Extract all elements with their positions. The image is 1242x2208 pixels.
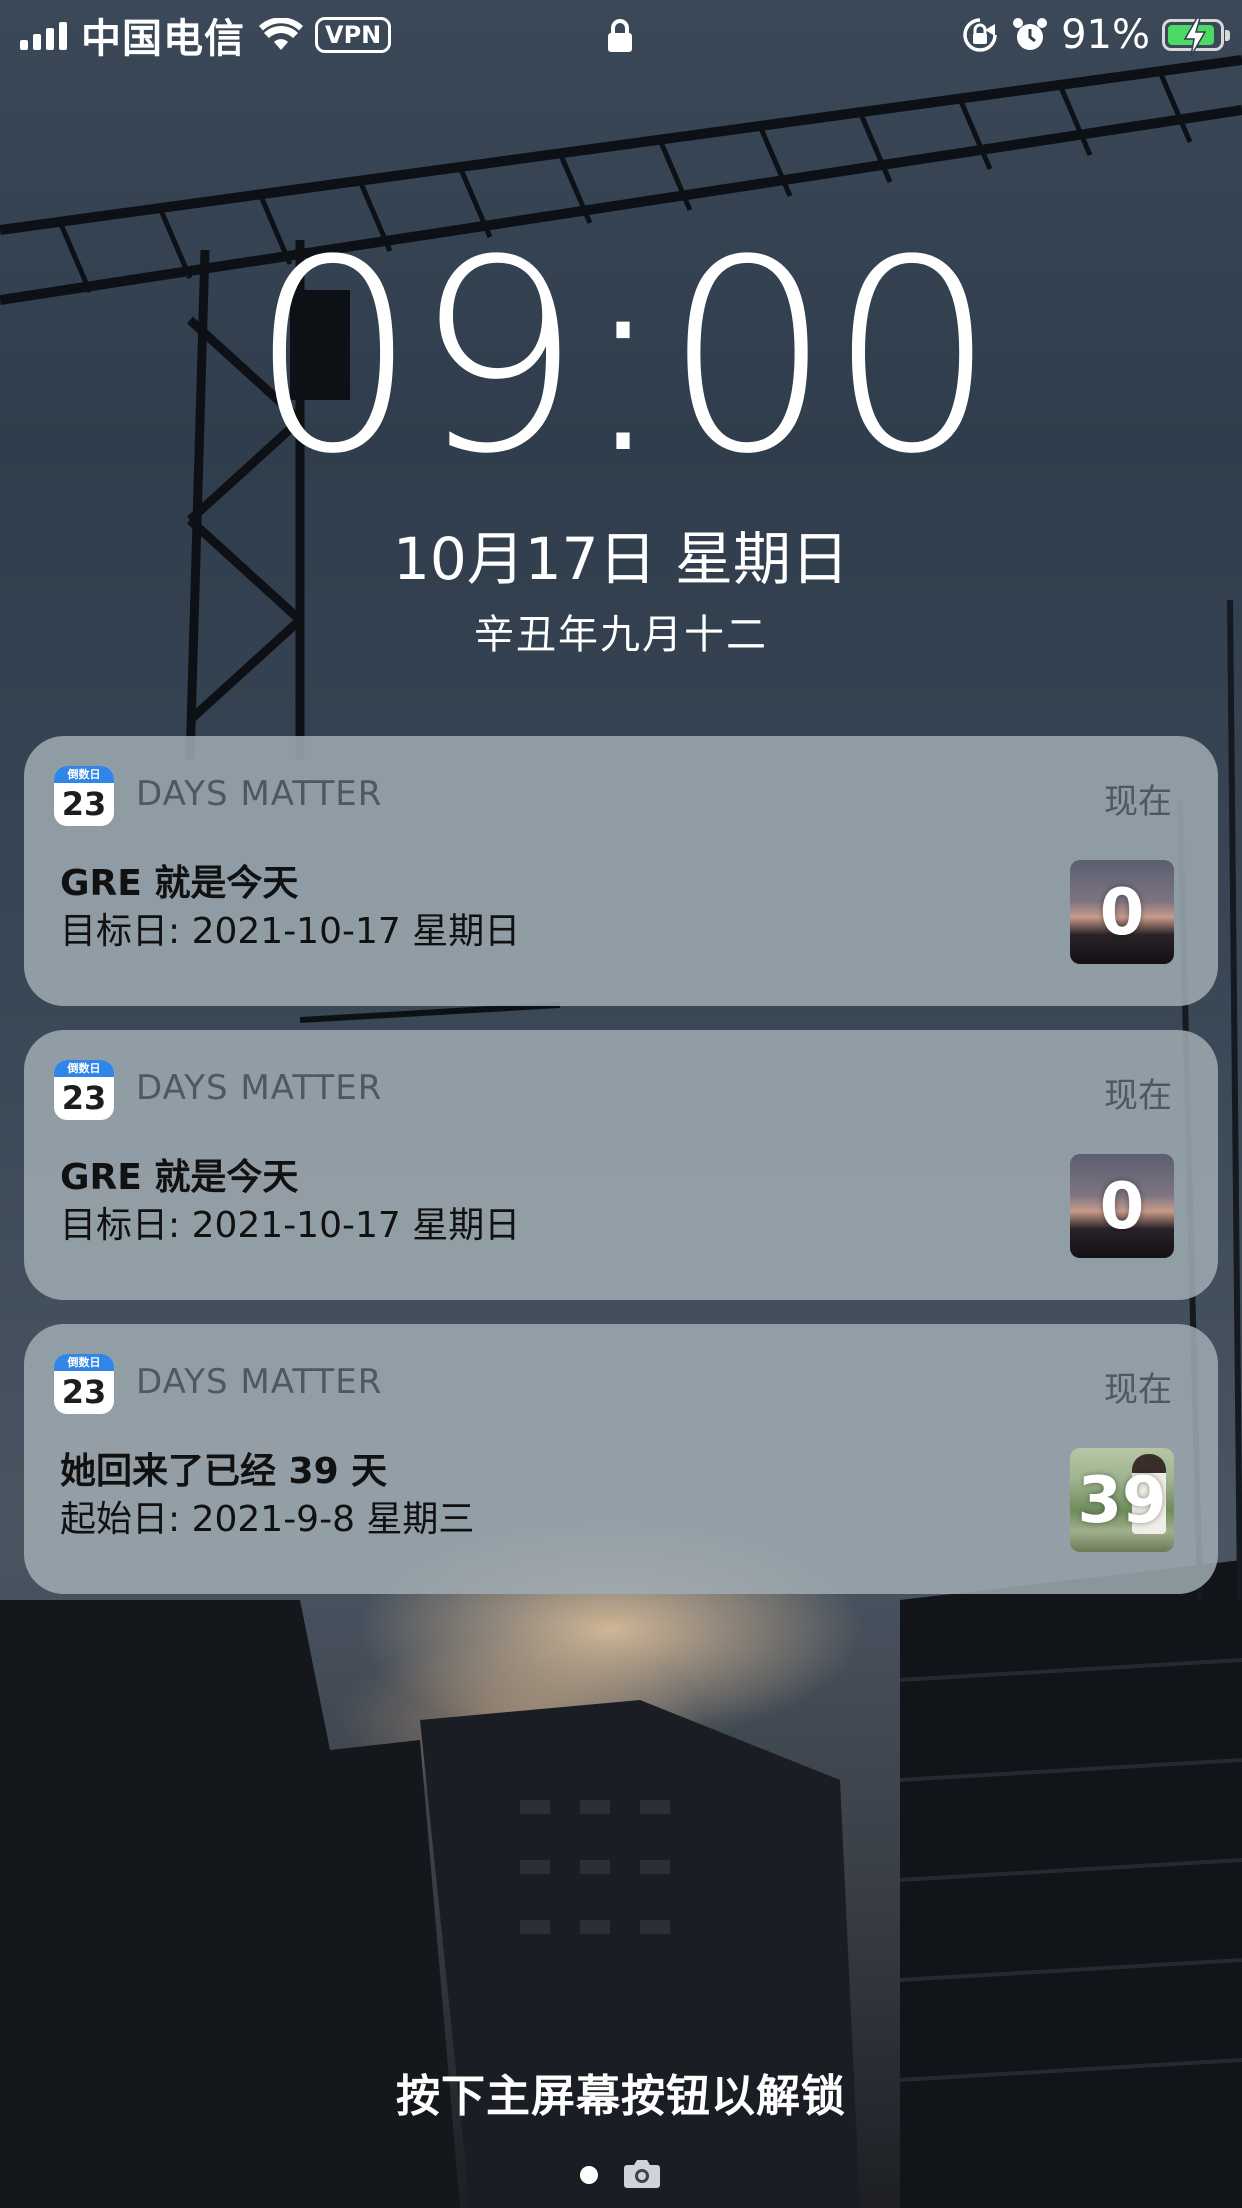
charging-bolt-icon (1183, 18, 1207, 56)
notification-body: 目标日: 2021-10-17 星期日 (60, 1205, 521, 1246)
days-matter-app-icon: 倒数日 23 (54, 766, 114, 826)
status-bar-right: 91% (961, 10, 1230, 60)
notification-body: 目标日: 2021-10-17 星期日 (60, 911, 521, 952)
notification-app-name: DAYS MATTER (136, 1362, 383, 1402)
lock-screen-time: 09:00 (249, 204, 997, 512)
notification-app-name: DAYS MATTER (136, 774, 383, 814)
days-matter-app-icon: 倒数日 23 (54, 1354, 114, 1414)
notification-thumbnail: 39 (1070, 1448, 1174, 1552)
camera-icon[interactable] (624, 2158, 660, 2188)
notification-title: GRE 就是今天 (60, 1157, 299, 1198)
battery-charging-icon (1162, 18, 1230, 56)
notification-app-name: DAYS MATTER (136, 1068, 383, 1108)
notification-time: 现在 (1104, 1370, 1172, 1410)
app-icon-number: 23 (61, 785, 107, 823)
signal-icon (20, 20, 67, 50)
lock-icon (606, 18, 634, 58)
page-indicator-dot[interactable] (580, 2166, 598, 2184)
app-icon-number: 23 (61, 1079, 107, 1117)
alarm-icon (1013, 18, 1048, 50)
notification-thumbnail: 0 (1070, 1154, 1174, 1258)
notification-body: 起始日: 2021-9-8 星期三 (60, 1499, 475, 1540)
lock-screen-date: 10月17日 星期日 (392, 525, 850, 593)
status-bar-left: 中国电信 VPN (20, 10, 392, 62)
app-icon-label: 倒数日 (54, 1354, 114, 1371)
app-icon-label: 倒数日 (54, 1060, 114, 1077)
notification-title: GRE 就是今天 (60, 863, 299, 904)
notification-time: 现在 (1104, 1076, 1172, 1116)
wifi-icon (259, 18, 303, 50)
thumbnail-number: 0 (1099, 1170, 1145, 1244)
app-icon-label: 倒数日 (54, 766, 114, 783)
days-matter-app-icon: 倒数日 23 (54, 1060, 114, 1120)
notification-time: 现在 (1104, 782, 1172, 822)
vpn-badge: VPN (315, 17, 392, 53)
rotation-lock-icon (963, 18, 997, 52)
notification-thumbnail: 0 (1070, 860, 1174, 964)
status-bar: 中国电信 VPN 91% (0, 0, 1242, 72)
unlock-hint: 按下主屏幕按钮以解锁 (396, 2071, 846, 2122)
notification-card[interactable]: 倒数日 23 DAYS MATTER 现在 GRE 就是今天 目标日: 2021… (24, 736, 1218, 1006)
notification-card[interactable]: 倒数日 23 DAYS MATTER 现在 GRE 就是今天 目标日: 2021… (24, 1030, 1218, 1300)
notification-title: 她回来了已经 39 天 (60, 1451, 388, 1492)
app-icon-number: 23 (61, 1373, 107, 1411)
notification-card[interactable]: 倒数日 23 DAYS MATTER 现在 她回来了已经 39 天 起始日: 2… (24, 1324, 1218, 1594)
thumbnail-number: 39 (1077, 1464, 1167, 1538)
thumbnail-number: 0 (1099, 876, 1145, 950)
lunar-date: 辛丑年九月十二 (474, 612, 768, 658)
carrier-name: 中国电信 (81, 16, 245, 62)
battery-percentage: 91% (1061, 12, 1150, 58)
